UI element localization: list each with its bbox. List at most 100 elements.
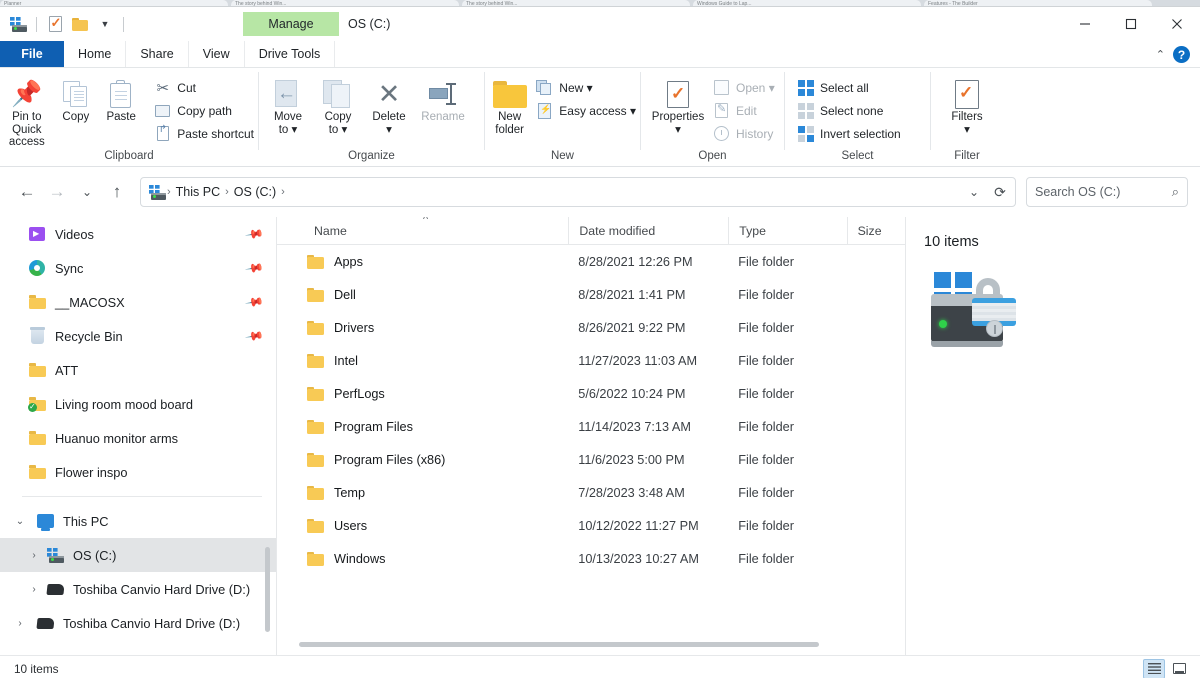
delete-button[interactable]: ✕ Delete ▾	[363, 73, 415, 136]
table-row[interactable]: Users 10/12/2022 11:27 PM File folder	[277, 509, 905, 542]
sidebar-item-toshiba-d-1[interactable]: › Toshiba Canvio Hard Drive (D:)	[0, 572, 276, 606]
forward-arrow-icon[interactable]: →	[42, 177, 72, 207]
file-name-cell[interactable]: Windows	[277, 551, 568, 566]
table-row[interactable]: Dell 8/28/2021 1:41 PM File folder	[277, 278, 905, 311]
file-list[interactable]: ˄ Name Date modified Type Size Apps 8/28/…	[277, 217, 905, 655]
sidebar-item-att[interactable]: ATT	[0, 353, 276, 387]
table-row[interactable]: PerfLogs 5/6/2022 10:24 PM File folder	[277, 377, 905, 410]
copy-path-button[interactable]: Copy path	[150, 100, 258, 121]
chevron-right-icon[interactable]: ›	[28, 584, 40, 595]
large-icons-view-icon[interactable]	[1168, 659, 1190, 678]
sidebar-item-living-room-mood-board[interactable]: Living room mood board	[0, 387, 276, 421]
address-bar[interactable]: › This PC › OS (C:) › ⌄ ⟳	[140, 177, 1016, 207]
tab-home[interactable]: Home	[64, 41, 127, 67]
file-name-cell[interactable]: Users	[277, 518, 568, 533]
properties-icon[interactable]	[45, 14, 65, 34]
scrollbar-thumb[interactable]	[299, 642, 819, 647]
file-name-cell[interactable]: Drivers	[277, 320, 568, 335]
chevron-down-icon[interactable]: ▼	[95, 14, 115, 34]
open-button[interactable]: Open ▾	[709, 77, 779, 98]
copy-button[interactable]: Copy	[54, 73, 98, 124]
back-arrow-icon[interactable]: ←	[12, 177, 42, 207]
sidebar-item-this-pc[interactable]: ⌄ This PC	[0, 504, 276, 538]
file-list-horizontal-scrollbar[interactable]	[299, 642, 819, 647]
sidebar-item-videos[interactable]: Videos 📌	[0, 217, 276, 251]
sidebar-scrollbar[interactable]	[265, 217, 270, 655]
invert-selection-button[interactable]: Invert selection	[793, 123, 905, 144]
sidebar-item-os-c[interactable]: › OS (C:)	[0, 538, 276, 572]
chevron-up-icon[interactable]: ⌃	[1156, 48, 1165, 61]
chevron-right-icon[interactable]: ›	[14, 618, 26, 629]
column-header-size[interactable]: Size	[846, 217, 905, 245]
tab-share[interactable]: Share	[126, 41, 189, 67]
cut-button[interactable]: ✂ Cut	[150, 77, 258, 98]
file-name-cell[interactable]: PerfLogs	[277, 386, 568, 401]
chevron-down-icon[interactable]: ⌄	[14, 516, 26, 527]
close-button[interactable]	[1154, 7, 1200, 41]
search-box[interactable]: Search OS (C:) ⌕	[1026, 177, 1188, 207]
file-name-cell[interactable]: Program Files	[277, 419, 568, 434]
breadcrumb-os-c[interactable]: OS (C:)	[229, 185, 281, 199]
new-folder-button[interactable]: New folder	[491, 73, 528, 136]
refresh-icon[interactable]: ⟳	[987, 179, 1013, 205]
table-row[interactable]: Temp 7/28/2023 3:48 AM File folder	[277, 476, 905, 509]
paste-shortcut-button[interactable]: Paste shortcut	[150, 123, 258, 144]
minimize-button[interactable]	[1062, 7, 1108, 41]
pin-icon[interactable]: 📌	[244, 258, 264, 278]
breadcrumb-this-pc[interactable]: This PC	[171, 185, 225, 199]
file-name-cell[interactable]: Apps	[277, 254, 568, 269]
table-row[interactable]: Apps 8/28/2021 12:26 PM File folder	[277, 245, 905, 278]
table-row[interactable]: Drivers 8/26/2021 9:22 PM File folder	[277, 311, 905, 344]
select-none-button[interactable]: Select none	[793, 100, 905, 121]
column-header-date-modified[interactable]: Date modified	[568, 217, 728, 245]
chevron-down-icon[interactable]: ⌄	[961, 179, 987, 205]
search-input[interactable]: Search OS (C:)	[1035, 185, 1120, 199]
contextual-tab-manage[interactable]: Manage	[243, 12, 339, 36]
table-row[interactable]: Windows 10/13/2023 10:27 AM File folder	[277, 542, 905, 575]
sidebar-item-sync[interactable]: Sync 📌	[0, 251, 276, 285]
drive-icon[interactable]	[8, 14, 28, 34]
move-to-button[interactable]: ← Move to ▾	[263, 73, 313, 136]
pin-icon[interactable]: 📌	[244, 224, 264, 244]
file-name-cell[interactable]: Dell	[277, 287, 568, 302]
pin-icon[interactable]: 📌	[244, 326, 264, 346]
new-folder-icon[interactable]	[70, 14, 90, 34]
rename-button[interactable]: Rename	[415, 73, 471, 124]
file-name-cell[interactable]: Program Files (x86)	[277, 452, 568, 467]
recent-locations-icon[interactable]: ⌄	[72, 177, 102, 207]
details-view-icon[interactable]	[1143, 658, 1165, 678]
file-name-cell[interactable]: Intel	[277, 353, 568, 368]
new-item-button[interactable]: New ▾	[532, 77, 640, 98]
search-icon[interactable]: ⌕	[1172, 184, 1179, 200]
history-button[interactable]: History	[709, 123, 779, 144]
tab-file[interactable]: File	[0, 41, 64, 67]
tab-drive-tools[interactable]: Drive Tools	[245, 41, 336, 67]
tab-view[interactable]: View	[189, 41, 245, 67]
maximize-button[interactable]	[1108, 7, 1154, 41]
pin-icon[interactable]: 📌	[244, 292, 264, 312]
sidebar-item-toshiba-d-2[interactable]: › Toshiba Canvio Hard Drive (D:)	[0, 606, 276, 640]
copy-to-button[interactable]: Copy to ▾	[313, 73, 363, 136]
sidebar-item-recycle-bin[interactable]: Recycle Bin 📌	[0, 319, 276, 353]
chevron-right-icon[interactable]: ›	[28, 550, 40, 561]
properties-button[interactable]: Properties ▾	[647, 73, 709, 136]
file-name-cell[interactable]: Temp	[277, 485, 568, 500]
help-button[interactable]: ?	[1173, 46, 1190, 63]
sidebar-item-macosx[interactable]: __MACOSX 📌	[0, 285, 276, 319]
navigation-pane[interactable]: Videos 📌 Sync 📌 __MACOSX 📌 Recycle Bin �	[0, 217, 276, 655]
sidebar-item-flower-inspo[interactable]: Flower inspo	[0, 455, 276, 489]
paste-button[interactable]: Paste	[98, 73, 144, 124]
table-row[interactable]: Program Files (x86) 11/6/2023 5:00 PM File…	[277, 443, 905, 476]
filters-button[interactable]: Filters ▾	[938, 73, 996, 136]
up-arrow-icon[interactable]: ↑	[102, 177, 132, 207]
scrollbar-thumb[interactable]	[265, 547, 270, 632]
pin-to-quick-access-button[interactable]: 📌 Pin to Quick access	[0, 73, 54, 149]
drive-icon[interactable]	[147, 182, 167, 202]
edit-button[interactable]: Edit	[709, 100, 779, 121]
table-row[interactable]: Program Files 11/14/2023 7:13 AM File fold…	[277, 410, 905, 443]
table-row[interactable]: Intel 11/27/2023 11:03 AM File folder	[277, 344, 905, 377]
easy-access-button[interactable]: Easy access ▾	[532, 100, 640, 121]
select-all-button[interactable]: Select all	[793, 77, 905, 98]
column-header-name[interactable]: ˄ Name	[277, 217, 568, 245]
column-header-type[interactable]: Type	[728, 217, 846, 245]
